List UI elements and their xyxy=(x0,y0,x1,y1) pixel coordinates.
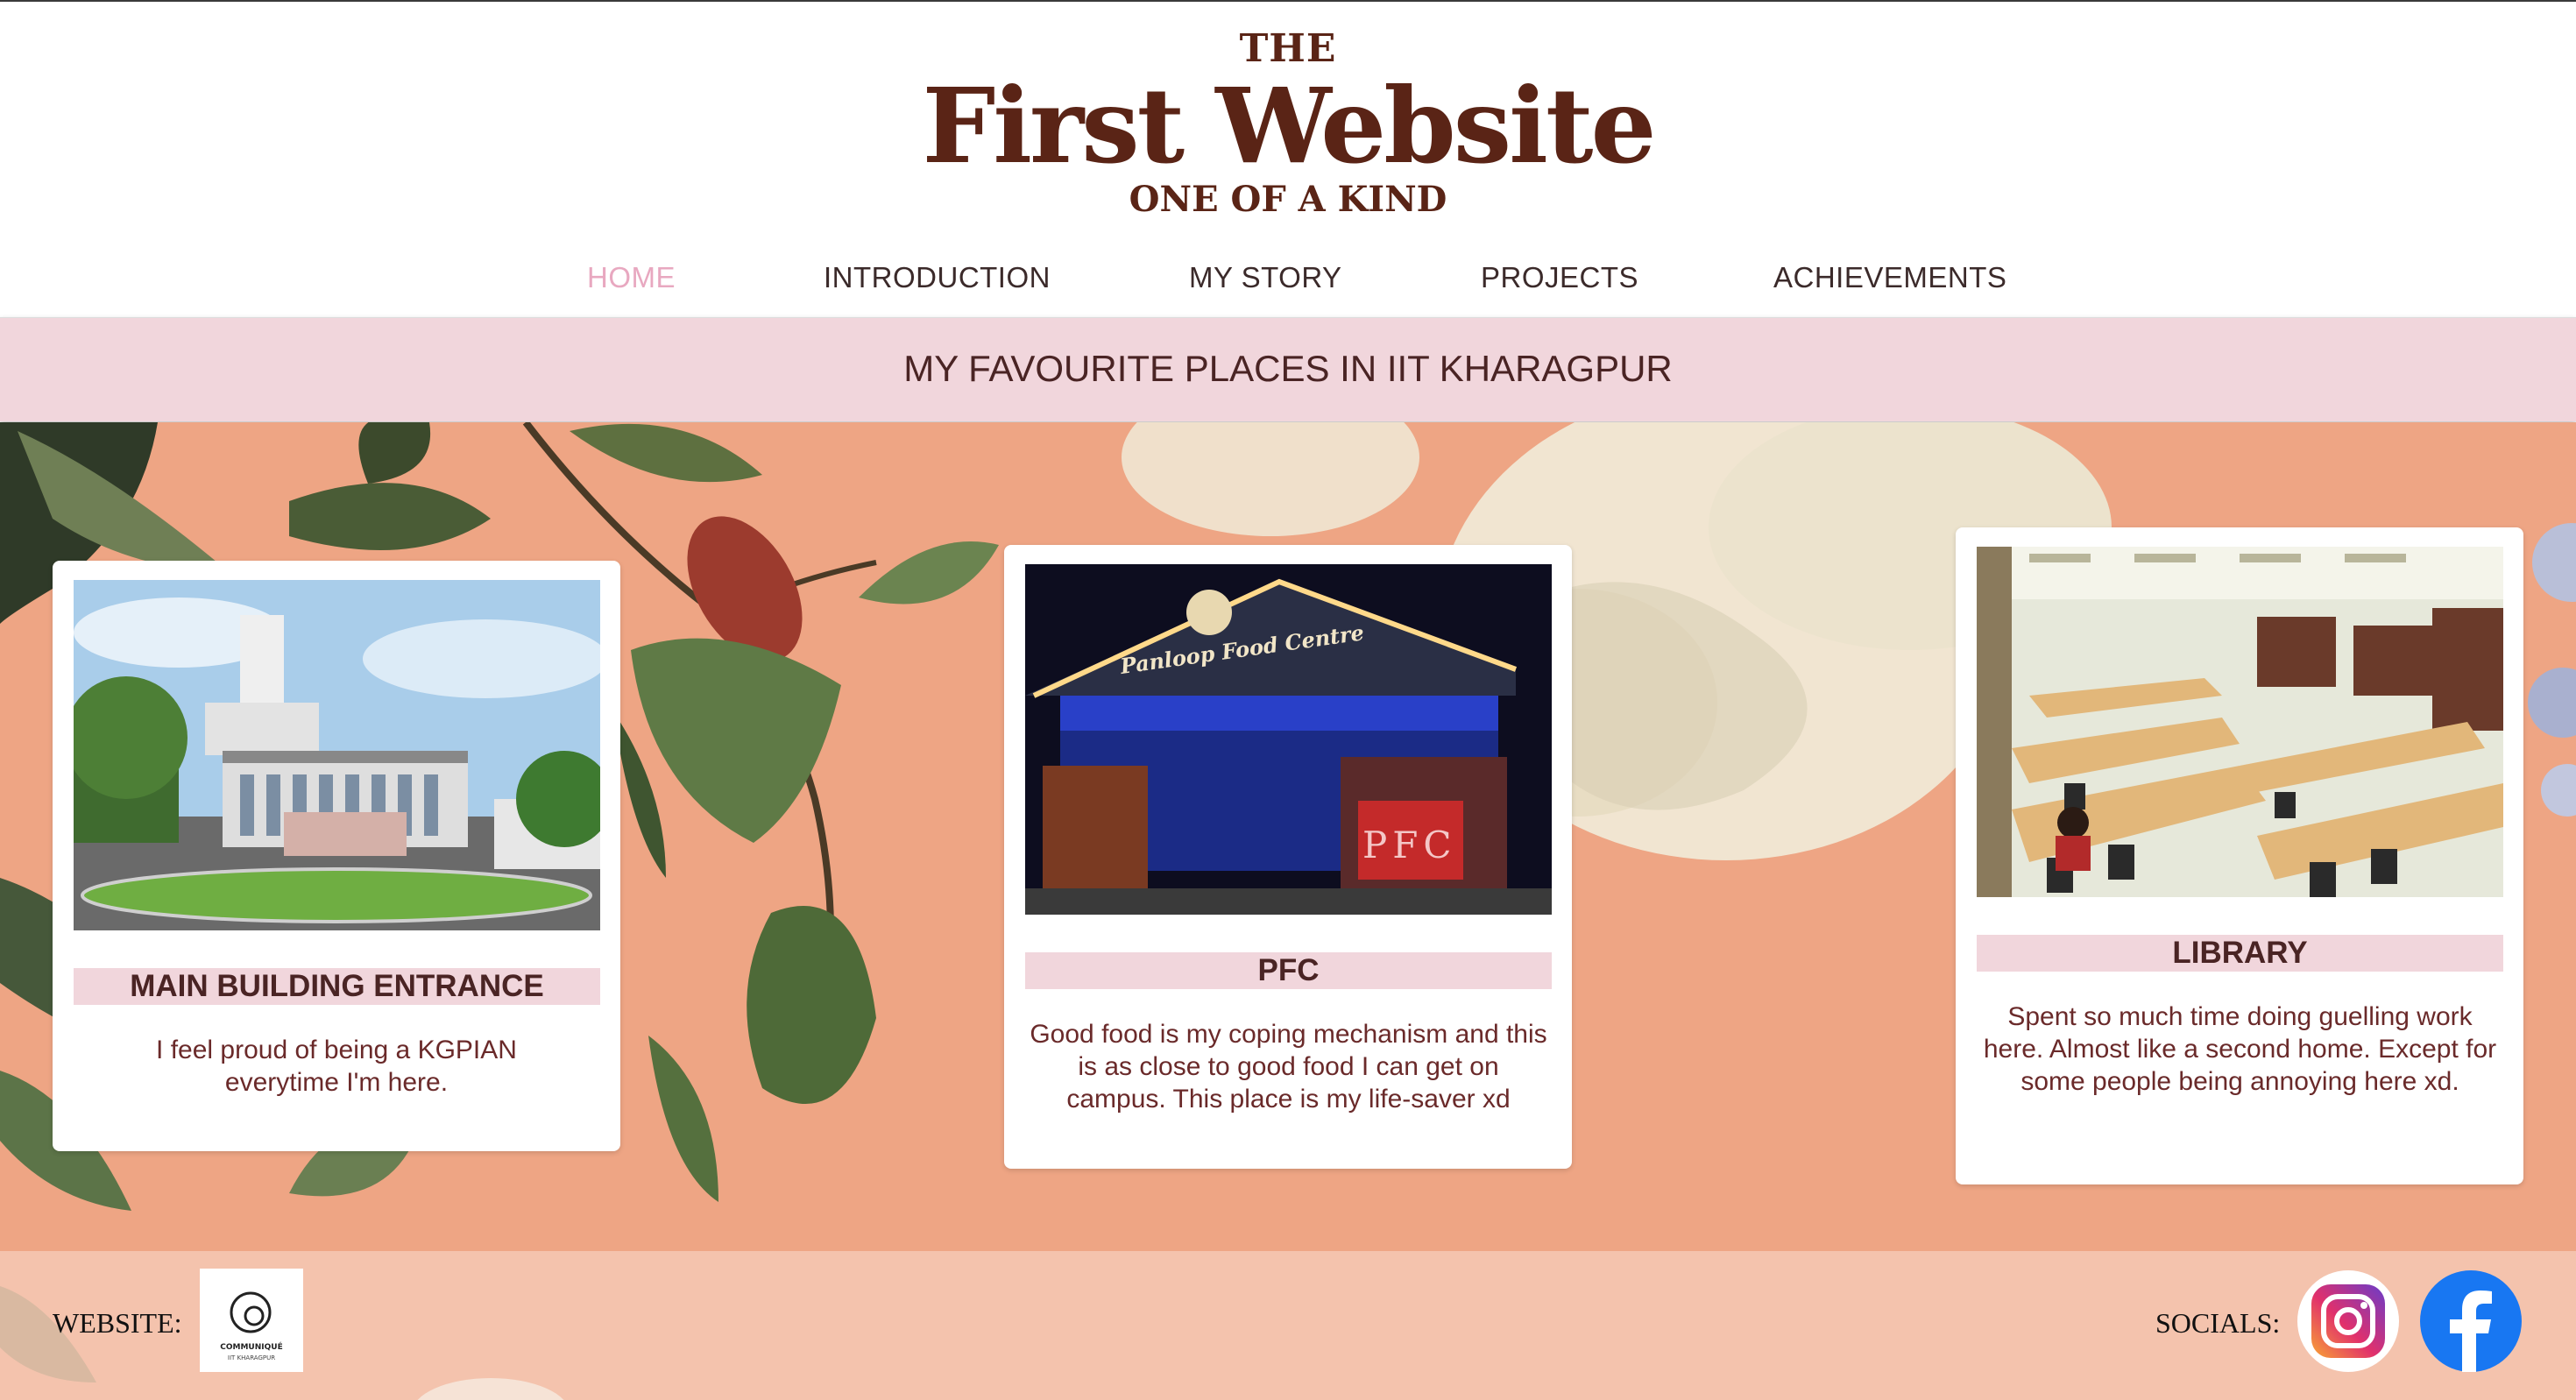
logo-text: COMMUNIQUÉ xyxy=(220,1341,282,1352)
place-card: LIBRARY Spent so much time doing guellin… xyxy=(1956,527,2523,1184)
site-tagline: ONE OF A KIND xyxy=(1129,179,1447,220)
communique-logo-icon: COMMUNIQUÉ IIT KHARAGPUR xyxy=(220,1291,283,1361)
logo-subtext: IIT KHARAGPUR xyxy=(228,1354,275,1361)
nav-projects[interactable]: PROJECTS xyxy=(1481,261,1638,294)
library-photo xyxy=(1977,547,2503,897)
main-building-image xyxy=(74,580,600,930)
socials-label: SOCIALS: xyxy=(2155,1307,2281,1339)
site-header: THE First Website ONE OF A KIND HOME INT… xyxy=(0,2,2576,315)
facebook-icon xyxy=(2450,1290,2492,1372)
site-footer: WEBSITE: COMMUNIQUÉ IIT KHARAGPUR SOCIAL… xyxy=(0,1251,2576,1400)
card-description: Spent so much time doing guelling work h… xyxy=(1983,1002,2497,1096)
card-description: I feel proud of being a KGPIAN everytime… xyxy=(156,1036,517,1097)
food-centre-photo: PFC Panloop Food Centre xyxy=(1025,564,1552,915)
nav-home[interactable]: HOME xyxy=(587,261,676,294)
library-image xyxy=(1977,547,2503,897)
food-centre-image: PFC Panloop Food Centre xyxy=(1025,564,1552,915)
section-banner: MY FAVOURITE PLACES IN IIT KHARAGPUR xyxy=(0,317,2576,421)
nav-introduction[interactable]: INTRODUCTION xyxy=(824,261,1051,294)
place-card: PFC Panloop Food Centre PFC Good food is… xyxy=(1004,545,1572,1169)
site-title[interactable]: First Website xyxy=(0,65,2576,187)
nav-achievements[interactable]: ACHIEVEMENTS xyxy=(1773,261,2006,294)
card-title: MAIN BUILDING ENTRANCE xyxy=(74,968,600,1005)
main-nav: HOME INTRODUCTION MY STORY PROJECTS ACHI… xyxy=(0,261,2576,305)
facebook-button[interactable] xyxy=(2420,1270,2522,1372)
website-label: WEBSITE: xyxy=(53,1307,182,1339)
pfc-sign: PFC xyxy=(1362,824,1457,866)
nav-my-story[interactable]: MY STORY xyxy=(1189,261,1342,294)
main-building-photo xyxy=(74,580,600,930)
instagram-button[interactable] xyxy=(2297,1270,2399,1372)
instagram-icon xyxy=(2311,1284,2385,1358)
place-card: MAIN BUILDING ENTRANCE I feel proud of b… xyxy=(53,561,620,1151)
section-title: MY FAVOURITE PLACES IN IIT KHARAGPUR xyxy=(903,348,1673,389)
card-title: PFC xyxy=(1025,952,1552,989)
places-section: MAIN BUILDING ENTRANCE I feel proud of b… xyxy=(0,422,2576,1251)
card-title: LIBRARY xyxy=(1977,935,2503,972)
communique-logo[interactable]: COMMUNIQUÉ IIT KHARAGPUR xyxy=(200,1269,303,1372)
card-description: Good food is my coping mechanism and thi… xyxy=(1030,1020,1547,1114)
